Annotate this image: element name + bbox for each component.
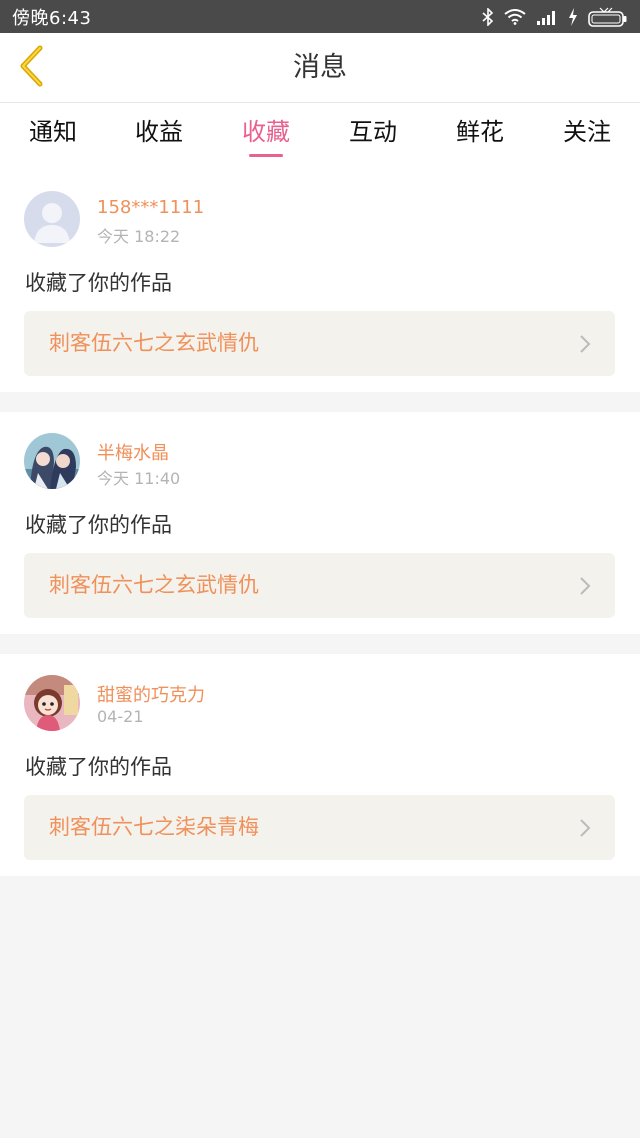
action-text: 收藏了你的作品 — [25, 755, 172, 779]
username[interactable]: 158***1111 — [97, 197, 204, 218]
wifi-icon — [504, 8, 526, 25]
active-tab-indicator — [249, 154, 283, 157]
chevron-right-icon — [579, 576, 591, 600]
timestamp: 04-21 — [97, 707, 144, 726]
work-title: 刺客伍六七之柒朵青梅 — [49, 815, 259, 839]
avatar[interactable] — [24, 433, 80, 489]
tab-label: 互动 — [349, 118, 397, 146]
tab-label: 关注 — [563, 118, 611, 146]
action-text: 收藏了你的作品 — [25, 271, 172, 295]
status-icons — [482, 7, 628, 27]
work-link[interactable]: 刺客伍六七之柒朵青梅 — [24, 795, 615, 860]
bluetooth-icon — [482, 7, 494, 26]
status-time: 傍晚6:43 — [12, 7, 92, 29]
username[interactable]: 甜蜜的巧克力 — [97, 681, 205, 707]
tab-flowers[interactable]: 鲜花 — [427, 103, 533, 170]
header: 消息 — [0, 33, 640, 103]
tab-label: 鲜花 — [456, 118, 504, 146]
tab-earnings[interactable]: 收益 — [106, 103, 212, 170]
timestamp: 今天 18:22 — [97, 227, 181, 246]
work-link[interactable]: 刺客伍六七之玄武情仇 — [24, 311, 615, 376]
tab-favorites[interactable]: 收藏 — [213, 103, 319, 170]
chevron-right-icon — [579, 334, 591, 358]
anime-girls-avatar-icon — [24, 433, 80, 489]
work-title: 刺客伍六七之玄武情仇 — [49, 573, 259, 597]
default-avatar-icon — [24, 191, 80, 247]
tab-label: 收益 — [135, 118, 183, 146]
status-bar: 傍晚6:43 — [0, 0, 640, 33]
message-card: 158***1111 今天 18:22 收藏了你的作品 刺客伍六七之玄武情仇 — [0, 170, 640, 392]
tab-label: 通知 — [29, 118, 77, 146]
battery-icon — [588, 7, 628, 27]
username[interactable]: 半梅水晶 — [97, 439, 169, 465]
chevron-right-icon — [579, 818, 591, 842]
message-card: 甜蜜的巧克力 04-21 收藏了你的作品 刺客伍六七之柒朵青梅 — [0, 654, 640, 876]
page-title: 消息 — [293, 52, 347, 83]
timestamp: 今天 11:40 — [97, 469, 181, 488]
charging-icon — [568, 7, 578, 26]
tab-interactions[interactable]: 互动 — [320, 103, 426, 170]
tab-notifications[interactable]: 通知 — [0, 103, 106, 170]
tab-bar: 通知 收益 收藏 互动 鲜花 关注 — [0, 103, 640, 170]
avatar[interactable] — [24, 191, 80, 247]
signal-icon — [536, 9, 558, 25]
tab-following[interactable]: 关注 — [534, 103, 640, 170]
work-link[interactable]: 刺客伍六七之玄武情仇 — [24, 553, 615, 618]
action-text: 收藏了你的作品 — [25, 513, 172, 537]
avatar[interactable] — [24, 675, 80, 731]
work-title: 刺客伍六七之玄武情仇 — [49, 331, 259, 355]
tab-label: 收藏 — [242, 118, 290, 146]
doll-avatar-icon — [24, 675, 80, 731]
message-card: 半梅水晶 今天 11:40 收藏了你的作品 刺客伍六七之玄武情仇 — [0, 412, 640, 634]
